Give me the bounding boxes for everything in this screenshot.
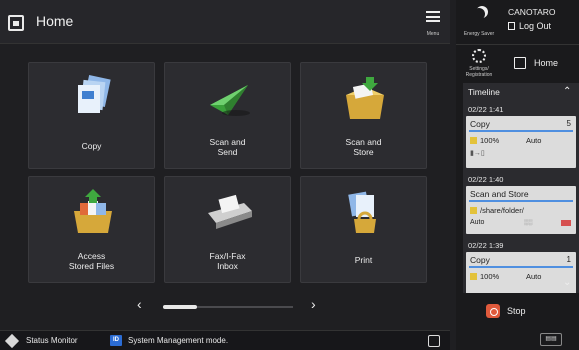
menu-button[interactable]: Menu	[416, 0, 450, 44]
divider	[456, 44, 579, 45]
timeline-panel: Timeline ⌃ 02/22 1:41 Copy 5 100% Auto ▮…	[463, 83, 579, 293]
stored-files-label-2: Stored Files	[68, 261, 115, 271]
home-icon	[8, 15, 24, 31]
job-progress-bar	[469, 130, 573, 132]
stored-files-icon	[74, 189, 112, 233]
timeline-job[interactable]: Copy 1 100% Auto	[466, 252, 576, 293]
scan-send-label-1: Scan and	[209, 137, 246, 147]
job-time: 02/22 1:41	[468, 105, 504, 114]
user-name: CANOTARO	[508, 7, 556, 17]
top-bar: Home Menu	[0, 0, 450, 44]
scan-send-icon	[210, 85, 250, 116]
copy-tile[interactable]: Copy	[28, 62, 155, 169]
job-title: Scan and Store	[470, 189, 529, 199]
job-title: Copy	[470, 255, 490, 265]
settings-registration-button[interactable]: Settings/Registration	[459, 48, 499, 80]
counter-check-button[interactable]: ▤▤	[540, 333, 562, 346]
print-label: Print	[354, 255, 373, 265]
home-icon	[514, 57, 526, 69]
paper-icon	[470, 273, 477, 280]
timeline-title: Timeline	[468, 87, 500, 97]
folder-icon	[470, 207, 477, 214]
job-detail: 100%	[470, 272, 499, 281]
chevron-down-icon[interactable]: ⌄	[563, 277, 571, 288]
fax-inbox-label-1: Fax/I-Fax	[209, 251, 246, 261]
scan-store-tile[interactable]: Scan and Store	[300, 62, 427, 169]
logout-icon	[508, 22, 515, 30]
stop-label: Stop	[507, 306, 526, 316]
timeline-job[interactable]: Copy 5 100% Auto ▮→▯	[466, 116, 576, 168]
job-time: 02/22 1:39	[468, 241, 504, 250]
menu-label: Menu	[426, 31, 440, 37]
job-count: 1	[566, 255, 571, 264]
status-monitor-icon	[4, 333, 20, 349]
menu-icon	[426, 11, 440, 22]
print-icon	[348, 191, 376, 233]
home-label: Home	[534, 58, 559, 68]
energy-saver-button[interactable]: Energy Saver	[459, 3, 499, 41]
stored-files-label-1: Access	[77, 251, 106, 261]
scan-store-label-2: Store	[353, 147, 374, 157]
chevron-up-icon[interactable]: ⌃	[563, 86, 571, 97]
timeline-job[interactable]: Scan and Store /share/folder/ Auto ░░	[466, 186, 576, 234]
gear-icon	[472, 49, 486, 63]
moon-icon	[473, 8, 485, 20]
stop-button[interactable]: Stop	[466, 300, 576, 322]
scan-settings-icons: ░░	[524, 220, 533, 226]
settings-label: Settings/Registration	[465, 66, 493, 78]
job-mode: Auto	[526, 136, 542, 145]
print-tile[interactable]: Print	[300, 176, 427, 283]
scan-store-label-1: Scan and	[345, 137, 382, 147]
previous-page-button[interactable]: ‹	[137, 296, 142, 312]
card-switch-icon[interactable]	[428, 335, 440, 347]
paper-icon	[470, 137, 477, 144]
job-mode: Auto	[526, 272, 542, 281]
job-detail: /share/folder/	[470, 206, 524, 215]
page-indicator: ‹ ›	[135, 296, 325, 316]
next-page-button[interactable]: ›	[311, 296, 316, 312]
page-thumb	[163, 305, 197, 309]
page-title: Home	[36, 13, 74, 29]
scan-store-icon	[346, 77, 384, 119]
id-badge-icon: ID	[110, 335, 122, 346]
status-bar: Status Monitor ID System Management mode…	[0, 330, 450, 350]
home-button[interactable]: Home	[506, 52, 574, 74]
job-detail: 100%	[470, 136, 499, 145]
scan-send-label-2: Send	[217, 147, 238, 157]
job-time: 02/22 1:40	[468, 175, 504, 184]
stop-icon	[486, 304, 500, 318]
job-count: 5	[566, 119, 571, 128]
scan-send-tile[interactable]: Scan and Send	[164, 62, 291, 169]
job-progress-bar	[469, 200, 573, 202]
system-mode-text: System Management mode.	[128, 336, 229, 345]
energy-saver-label: Energy Saver	[463, 31, 495, 37]
fax-inbox-tile[interactable]: Fax/I-Fax Inbox	[164, 176, 291, 283]
job-settings-icons: ▮→▯	[470, 150, 485, 157]
job-title: Copy	[470, 119, 490, 129]
job-progress-bar	[469, 266, 573, 268]
copy-label: Copy	[81, 141, 102, 151]
copy-icon	[78, 75, 111, 113]
fax-inbox-label-2: Inbox	[217, 261, 238, 271]
pdf-icon	[561, 220, 571, 226]
stored-files-tile[interactable]: Access Stored Files	[28, 176, 155, 283]
job-mode: Auto	[470, 219, 485, 226]
logout-button[interactable]: Log Out	[508, 21, 551, 31]
fax-inbox-icon	[208, 194, 252, 229]
status-monitor-button[interactable]: Status Monitor	[26, 336, 78, 345]
logout-label: Log Out	[519, 21, 552, 31]
